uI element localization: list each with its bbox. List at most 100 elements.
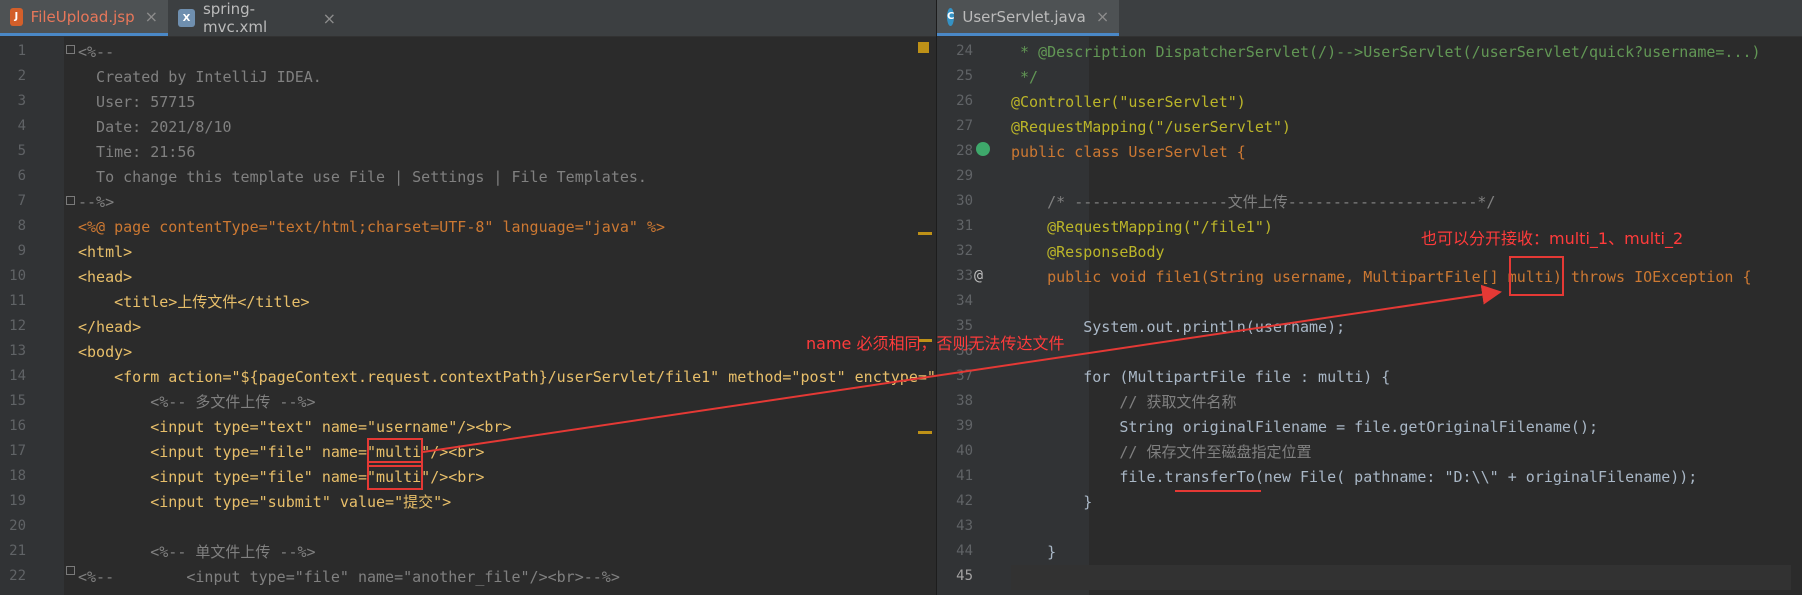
code-line: Time: 21:56 [78,143,196,161]
code-line: <%@ page contentType="text/html;charset=… [78,218,665,236]
code-line: public void file1(String username, Multi… [1011,268,1752,286]
code-line: <%-- [78,43,115,61]
line-number: 14 [9,368,26,384]
line-number: 21 [9,543,26,559]
java-class-icon: C [947,7,955,26]
code-line: <input type="file" name="multi"/><br> [78,443,485,461]
code-line: System.out.println(username); [1011,318,1346,336]
fold-marker-icon[interactable] [66,196,75,205]
code-line: // 保存文件至磁盘指定位置 [1011,443,1312,461]
code-line: @Controller("userServlet") [1011,93,1246,111]
line-number: 20 [9,518,26,534]
code-line: <head> [78,268,133,286]
line-number: 12 [9,318,26,334]
warning-stripe-icon[interactable] [918,42,929,53]
line-number: 39 [956,418,973,434]
code-line: */ [1011,68,1039,86]
code-line: * @Description DispatcherServlet(/)-->Us… [1011,43,1761,61]
line-number: 33 [956,268,973,284]
line-number: 32 [956,243,973,259]
line-number: 44 [956,543,973,559]
code-line: // 获取文件名称 [1011,393,1237,411]
code-line [1011,565,1791,590]
code-line: <input type="file" name="multi"/><br> [78,468,485,486]
highlight-box [1509,256,1564,296]
close-icon[interactable]: × [1096,7,1109,26]
line-number: 34 [956,293,973,309]
line-number: 10 [9,268,26,284]
line-number: 42 [956,493,973,509]
line-number: 43 [956,518,973,534]
line-number: 28 [956,143,973,159]
close-icon[interactable]: × [145,7,158,26]
code-line: --%> [78,193,115,211]
underline-mark [1175,490,1261,492]
tab-userservlet-java[interactable]: C UserServlet.java × [937,0,1119,36]
line-number: 4 [17,118,26,134]
line-number: 45 [956,568,973,584]
line-number: 25 [956,68,973,84]
fold-marker-icon[interactable] [66,45,75,54]
code-line: Created by IntelliJ IDEA. [78,68,322,86]
jsp-file-icon: J [10,7,23,26]
annotation-name-must-match: name 必须相同，否则无法传达文件 [806,334,1065,353]
line-number: 37 [956,368,973,384]
code-line: /* -----------------文件上传----------------… [1011,193,1496,211]
error-stripe-mark[interactable] [918,431,932,434]
at-annotation-icon[interactable]: @ [974,266,983,284]
right-tab-bar: C UserServlet.java × [937,0,1802,37]
code-line: </head> [78,318,142,336]
code-line: <html> [78,243,133,261]
code-line: <%-- 多文件上传 --%> [78,393,316,411]
xml-file-icon: X [178,9,195,27]
line-number: 24 [956,43,973,59]
highlight-box [367,461,423,490]
line-number: 26 [956,93,973,109]
code-line: <title>上传文件</title> [78,293,310,311]
code-line: public class UserServlet { [1011,143,1246,161]
bean-icon[interactable] [976,142,990,156]
code-line: } [1011,543,1057,561]
tab-spring-mvc-xml[interactable]: X spring-mvc.xml × [168,0,346,36]
line-number: 16 [9,418,26,434]
line-number: 30 [956,193,973,209]
line-number: 5 [17,143,26,159]
code-line: <input type="text" name="username"/><br> [78,418,512,436]
line-number: 8 [17,218,26,234]
error-stripe-mark[interactable] [918,232,932,235]
code-line: <%-- <input type="file" name="another_fi… [78,568,620,586]
code-line: <%-- 单文件上传 --%> [78,543,316,561]
right-editor-pane: C UserServlet.java × 24 25 26 27 28 29 30 31 32 3… [936,0,1802,595]
line-number: 7 [17,193,26,209]
code-line: @RequestMapping("/userServlet") [1011,118,1291,136]
close-icon[interactable]: × [323,9,336,28]
code-line: User: 57715 [78,93,196,111]
code-line: Date: 2021/8/10 [78,118,232,136]
code-line: } [1011,493,1093,511]
line-number: 11 [9,293,26,309]
left-editor-pane: J FileUpload.jsp × X spring-mvc.xml × 12… [0,0,936,595]
left-tab-bar: J FileUpload.jsp × X spring-mvc.xml × [0,0,936,37]
code-line: file.transferTo(new File( pathname: "D:\… [1011,468,1698,486]
line-number: 15 [9,393,26,409]
code-line: String originalFilename = file.getOrigin… [1011,418,1598,436]
line-number: 13 [9,343,26,359]
line-number: 9 [17,243,26,259]
line-number: 31 [956,218,973,234]
code-line: <form action="${pageContext.request.cont… [78,368,936,386]
fold-marker-icon[interactable] [66,566,75,575]
line-number: 1 [17,43,26,59]
line-number: 29 [956,168,973,184]
tab-fileupload-jsp[interactable]: J FileUpload.jsp × [0,0,168,36]
annotation-separate-receive: 也可以分开接收：multi_1、multi_2 [1421,229,1684,248]
line-number: 40 [956,443,973,459]
line-number: 17 [9,443,26,459]
line-number: 2 [17,68,26,84]
code-line: <body> [78,343,133,361]
line-number: 27 [956,118,973,134]
line-number: 22 [9,568,26,584]
line-number: 19 [9,493,26,509]
code-line: for (MultipartFile file : multi) { [1011,368,1391,386]
